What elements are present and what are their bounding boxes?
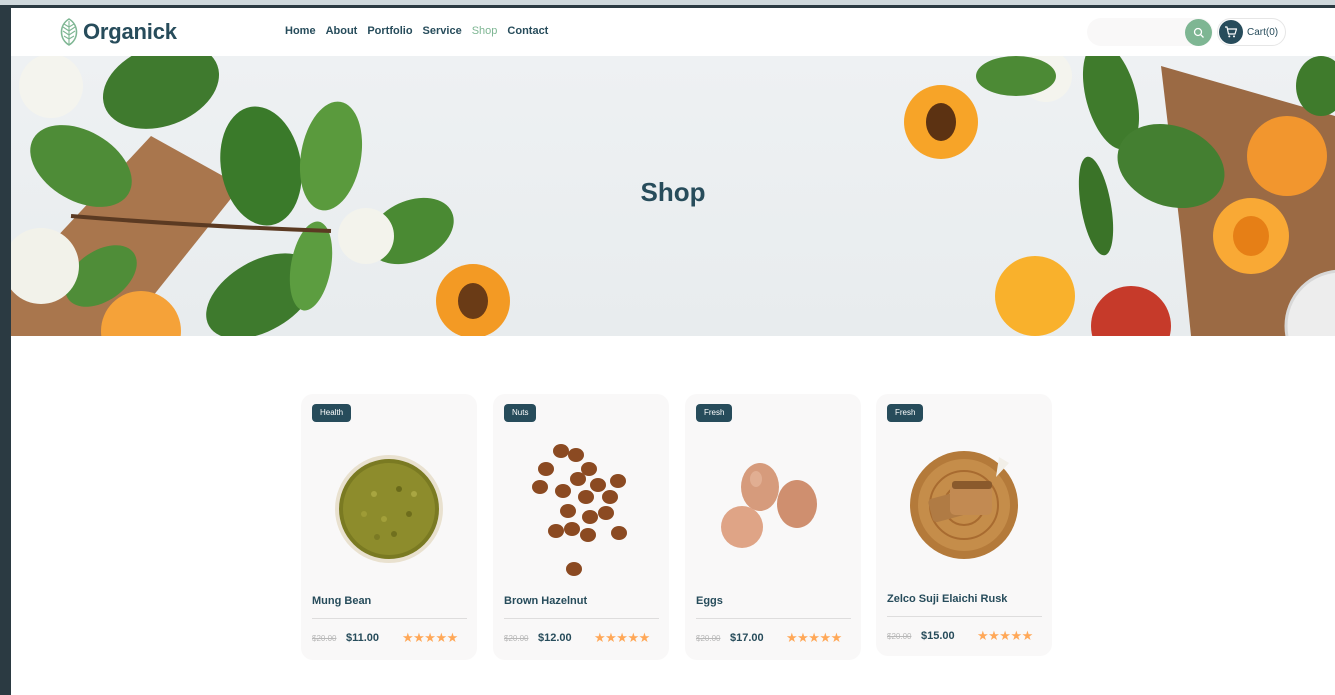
- divider: [887, 616, 1042, 617]
- product-card[interactable]: Fresh Eggs $20.00 $17.00 ★★★★★: [685, 394, 861, 660]
- price: $11.00: [346, 632, 380, 644]
- price: $17.00: [730, 632, 764, 644]
- cart-icon: [1219, 20, 1243, 44]
- nav-contact[interactable]: Contact: [507, 25, 548, 37]
- nav-portfolio[interactable]: Portfolio: [367, 25, 412, 37]
- search-icon: [1193, 27, 1204, 38]
- page-title: Shop: [640, 177, 706, 207]
- product-name[interactable]: Brown Hazelnut: [504, 595, 587, 607]
- product-card[interactable]: Nuts Brown Hazelnut $20.00 $12.00 ★★★★★: [493, 394, 669, 660]
- cart-button[interactable]: Cart(0): [1217, 18, 1286, 46]
- old-price: $20.00: [312, 634, 337, 643]
- price: $15.00: [921, 630, 955, 642]
- divider: [504, 618, 659, 619]
- page: Organick Home About Portfolio Service Sh…: [11, 8, 1335, 695]
- category-badge: Fresh: [887, 404, 924, 422]
- product-image: [703, 434, 843, 584]
- nav-shop[interactable]: Shop: [472, 25, 498, 37]
- search-button[interactable]: [1185, 19, 1212, 46]
- divider: [312, 618, 467, 619]
- product-card[interactable]: Health Mung Bean $20.00 $11.00 ★★★★★: [301, 394, 477, 660]
- rating-stars: ★★★★★: [594, 630, 650, 645]
- logo-text: Organick: [83, 19, 177, 44]
- rating-stars: ★★★★★: [786, 630, 842, 645]
- nav-service[interactable]: Service: [423, 25, 462, 37]
- divider: [696, 618, 851, 619]
- product-grid: Health Mung Bean $20.00 $11.00 ★★★★★ Nut…: [301, 394, 1057, 660]
- rating-stars: ★★★★★: [977, 628, 1033, 643]
- nav-about[interactable]: About: [326, 25, 358, 37]
- category-badge: Health: [312, 404, 352, 422]
- product-name[interactable]: Zelco Suji Elaichi Rusk: [887, 593, 1007, 605]
- product-image: [319, 434, 459, 584]
- window-top-strip: [0, 0, 1335, 5]
- cart-label: Cart(0): [1247, 26, 1279, 38]
- product-name[interactable]: Mung Bean: [312, 595, 371, 607]
- old-price: $20.00: [887, 632, 912, 641]
- rating-stars: ★★★★★: [402, 630, 458, 645]
- nav-home[interactable]: Home: [285, 25, 316, 37]
- logo[interactable]: Organick: [57, 17, 177, 47]
- main-nav: Home About Portfolio Service Shop Contac…: [285, 25, 558, 37]
- hero-banner: Shop: [11, 56, 1335, 336]
- site-header: Organick Home About Portfolio Service Sh…: [11, 8, 1335, 56]
- product-card[interactable]: Fresh Zelco Suji Elaichi Rusk $20.00 $15…: [876, 394, 1052, 656]
- old-price: $20.00: [696, 634, 721, 643]
- product-image: [511, 434, 651, 584]
- old-price: $20.00: [504, 634, 529, 643]
- leaf-logo-icon: [60, 18, 78, 46]
- category-badge: Nuts: [504, 404, 537, 422]
- product-name[interactable]: Eggs: [696, 595, 723, 607]
- category-badge: Fresh: [696, 404, 733, 422]
- price: $12.00: [538, 632, 572, 644]
- product-image: [894, 430, 1034, 580]
